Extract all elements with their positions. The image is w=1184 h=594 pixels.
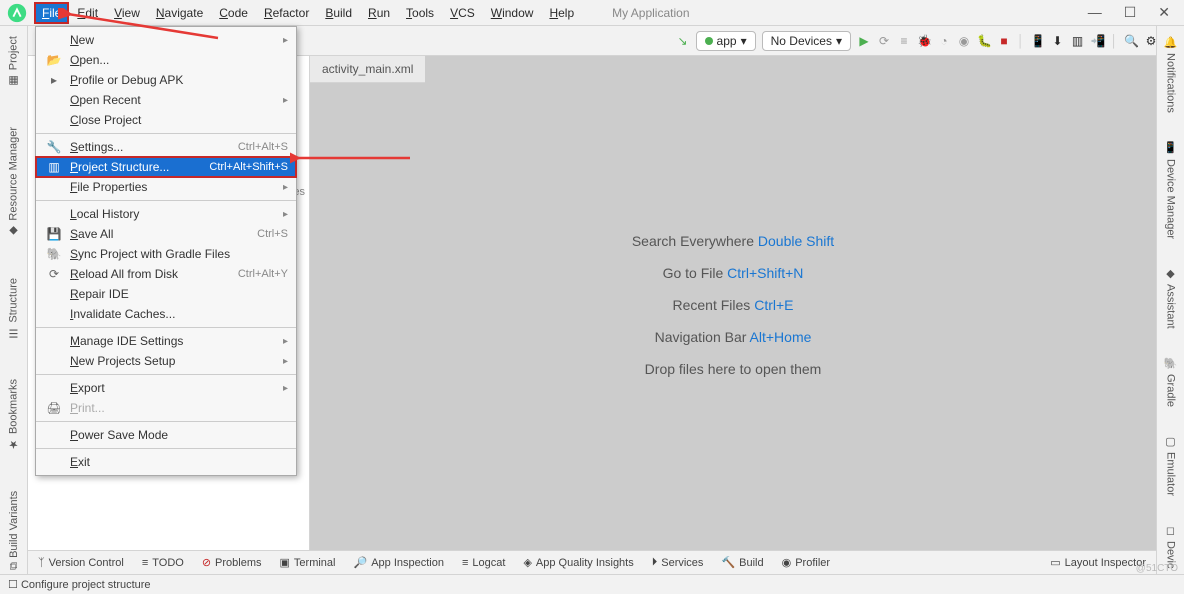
menu-edit[interactable]: Edit — [69, 2, 106, 24]
status-bar: ☐ Configure project structure — [0, 574, 1184, 594]
run-icon[interactable]: ▶ — [857, 34, 871, 48]
window-controls: — ☐ ✕ — [1088, 4, 1184, 21]
bottom-tool-strip: ᛉ Version Control ≡ TODO ⊘ Problems ▣ Te… — [28, 550, 1156, 574]
bottom-problems[interactable]: ⊘ Problems — [202, 556, 262, 569]
menu-reload-disk[interactable]: ⟳Reload All from DiskCtrl+Alt+Y — [36, 264, 296, 284]
hint-search-everywhere: Search Everywhere Double Shift — [632, 233, 834, 249]
hint-drop-files: Drop files here to open them — [645, 361, 822, 377]
menu-save-all[interactable]: 💾Save AllCtrl+S — [36, 224, 296, 244]
menu-settings[interactable]: 🔧Settings...Ctrl+Alt+S — [36, 137, 296, 157]
menu-build[interactable]: Build — [317, 2, 360, 24]
menu-project-structure[interactable]: ▥Project Structure...Ctrl+Alt+Shift+S — [36, 157, 296, 177]
menu-window[interactable]: Window — [483, 2, 542, 24]
close-button[interactable]: ✕ — [1158, 4, 1170, 21]
menu-tools[interactable]: Tools — [398, 2, 442, 24]
menu-profile-apk[interactable]: ▸Profile or Debug APK — [36, 70, 296, 90]
attach-debug-icon[interactable]: 🐛 — [977, 34, 991, 48]
right-tool-strip: 🔔Notifications 📱Device Manager ◆Assistan… — [1156, 26, 1184, 574]
menu-open[interactable]: 📂Open... — [36, 50, 296, 70]
menu-repair-ide[interactable]: Repair IDE — [36, 284, 296, 304]
menu-refactor[interactable]: Refactor — [256, 2, 317, 24]
menu-open-recent[interactable]: Open Recent▸ — [36, 90, 296, 110]
maximize-button[interactable]: ☐ — [1124, 4, 1137, 21]
tool-build-variants[interactable]: ⧉Build Variants — [8, 491, 20, 570]
sdk-icon[interactable]: ⬇ — [1051, 34, 1065, 48]
bottom-vcs[interactable]: ᛉ Version Control — [38, 557, 124, 569]
apply-changes-icon[interactable]: ⟳ — [877, 34, 891, 48]
run-config-selector[interactable]: app ▾ — [696, 31, 756, 51]
menu-file[interactable]: File — [34, 2, 69, 24]
menu-help[interactable]: Help — [541, 2, 582, 24]
bottom-services[interactable]: ⏵ Services — [652, 556, 704, 569]
hint-goto-file: Go to File Ctrl+Shift+N — [663, 265, 804, 281]
hint-recent-files: Recent Files Ctrl+E — [673, 297, 794, 313]
bottom-build[interactable]: 🔨 Build — [721, 556, 763, 569]
tool-device[interactable]: ◻Devic — [1164, 524, 1177, 569]
avd-icon[interactable]: 📱 — [1031, 34, 1045, 48]
bottom-profiler[interactable]: ◉ Profiler — [782, 556, 830, 569]
watermark: @51CTO — [1136, 563, 1178, 574]
bottom-todo[interactable]: ≡ TODO — [142, 557, 184, 569]
menu-new[interactable]: New▸ — [36, 30, 296, 50]
device-selector[interactable]: No Devices ▾ — [762, 31, 851, 51]
menu-code[interactable]: Code — [211, 2, 256, 24]
menu-run[interactable]: Run — [360, 2, 398, 24]
file-menu-dropdown: New▸ 📂Open... ▸Profile or Debug APK Open… — [35, 26, 297, 476]
bottom-logcat[interactable]: ≡ Logcat — [462, 557, 505, 569]
menu-vcs[interactable]: VCS — [442, 2, 483, 24]
tool-gradle[interactable]: 🐘Gradle — [1164, 357, 1177, 407]
bottom-terminal[interactable]: ▣ Terminal — [280, 556, 336, 569]
tool-emulator[interactable]: ▢Emulator — [1164, 435, 1177, 496]
stop-icon[interactable]: ■ — [997, 34, 1011, 48]
bottom-layout-inspector[interactable]: ▭ Layout Inspector — [1050, 556, 1146, 569]
left-tool-strip: ▦Project ◆Resource Manager ☰Structure ★B… — [0, 26, 28, 574]
menu-new-projects-setup[interactable]: New Projects Setup▸ — [36, 351, 296, 371]
menu-sync-gradle[interactable]: 🐘Sync Project with Gradle Files — [36, 244, 296, 264]
menu-export[interactable]: Export▸ — [36, 378, 296, 398]
bottom-quality[interactable]: ◈ App Quality Insights — [523, 556, 633, 569]
android-studio-logo — [6, 2, 28, 24]
profile-icon[interactable]: ◉ — [957, 34, 971, 48]
resource-icon[interactable]: ▥ — [1071, 34, 1085, 48]
menubar: File Edit View Navigate Code Refactor Bu… — [0, 0, 1184, 26]
menu-local-history[interactable]: Local History▸ — [36, 204, 296, 224]
menu-print[interactable]: 🖨Print... — [36, 398, 296, 418]
minimize-button[interactable]: — — [1088, 4, 1102, 21]
hint-nav-bar: Navigation Bar Alt+Home — [655, 329, 812, 345]
menu-invalidate-caches[interactable]: Invalidate Caches... — [36, 304, 296, 324]
tool-assistant[interactable]: ◆Assistant — [1164, 267, 1177, 329]
apply-code-icon[interactable]: ≡ — [897, 34, 911, 48]
status-square-icon[interactable]: ☐ — [8, 578, 18, 591]
app-title: My Application — [612, 6, 689, 20]
tool-structure[interactable]: ☰Structure — [7, 278, 20, 340]
menu-view[interactable]: View — [106, 2, 148, 24]
tool-bookmarks[interactable]: ★Bookmarks — [7, 379, 20, 451]
debug-icon[interactable]: 🐞 — [917, 34, 931, 48]
tool-device-manager[interactable]: 📱Device Manager — [1164, 141, 1177, 239]
editor-tab[interactable]: activity_main.xml — [310, 56, 425, 83]
sync-icon[interactable]: ↘ — [676, 34, 690, 48]
menu-file-properties[interactable]: File Properties▸ — [36, 177, 296, 197]
menu-manage-ide-settings[interactable]: Manage IDE Settings▸ — [36, 331, 296, 351]
menu-power-save[interactable]: Power Save Mode — [36, 425, 296, 445]
bottom-app-inspection[interactable]: 🔎 App Inspection — [354, 556, 444, 569]
editor-area: activity_main.xml Search Everywhere Doub… — [310, 56, 1156, 554]
tool-project[interactable]: ▦Project — [7, 36, 20, 87]
status-text: Configure project structure — [21, 579, 151, 591]
menu-close-project[interactable]: Close Project — [36, 110, 296, 130]
coverage-icon[interactable]: ◔ — [937, 34, 951, 48]
search-icon[interactable]: 🔍 — [1124, 34, 1138, 48]
menu-navigate[interactable]: Navigate — [148, 2, 211, 24]
device-icon[interactable]: 📲 — [1091, 34, 1105, 48]
menu-exit[interactable]: Exit — [36, 452, 296, 472]
tool-notifications[interactable]: 🔔Notifications — [1164, 36, 1177, 113]
tool-resource-manager[interactable]: ◆Resource Manager — [7, 127, 20, 238]
